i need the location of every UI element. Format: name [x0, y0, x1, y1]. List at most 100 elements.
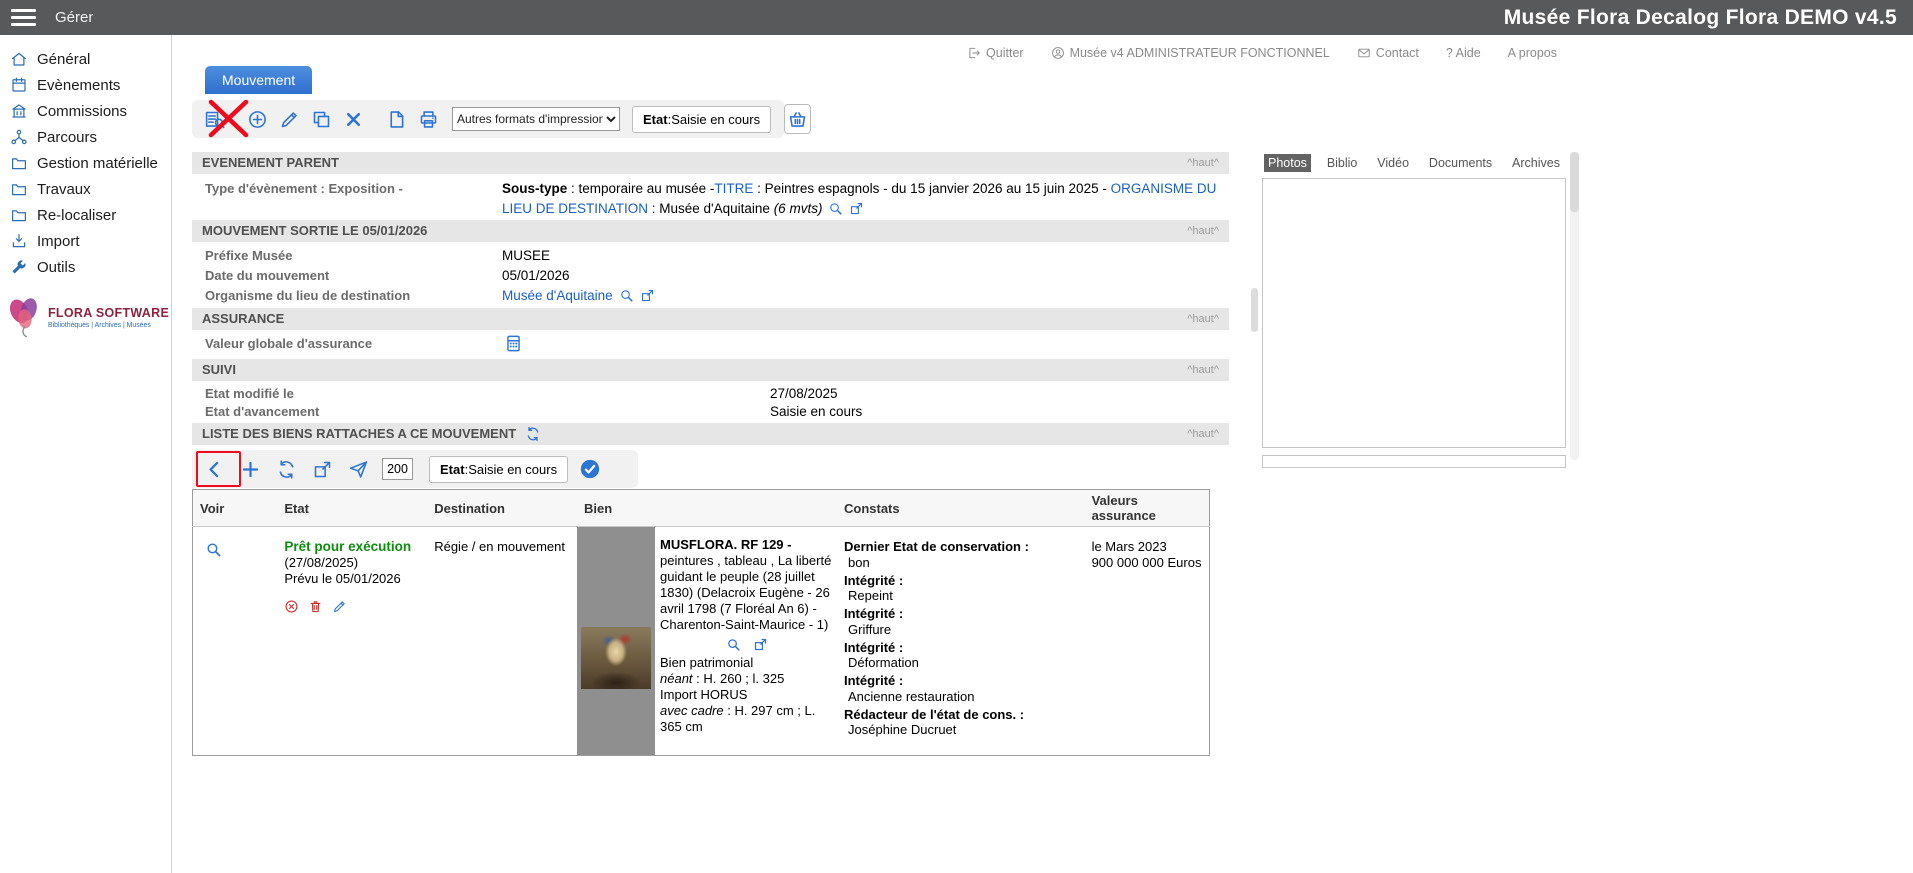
send-button[interactable]	[346, 457, 371, 482]
flora-logo: FLORA SOFTWARE Bibliothèques | Archives …	[0, 296, 171, 338]
panel-collapse-handle[interactable]	[1251, 288, 1258, 332]
user-icon	[1051, 46, 1065, 60]
liste-toolbar: Etat : Saisie en cours	[192, 450, 638, 488]
tab-biblio[interactable]: Biblio	[1323, 154, 1362, 172]
logout-icon	[967, 46, 981, 60]
sidebar-item-commissions[interactable]: Commissions	[0, 98, 171, 124]
cancel-circle-icon[interactable]	[284, 599, 299, 614]
section-header-suivi: SUIVI ^haut^	[192, 359, 1229, 381]
close-icon	[343, 109, 364, 130]
print-button[interactable]	[416, 107, 441, 132]
field-value-etat-avancement: Saisie en cours	[770, 403, 862, 421]
field-label-type-evenement: Type d'évènement : Exposition -	[192, 179, 502, 219]
printer-icon	[418, 109, 439, 130]
search-icon[interactable]	[619, 288, 634, 303]
sidebar-item-import[interactable]: Import	[0, 228, 171, 254]
network-icon	[10, 128, 28, 146]
sidebar-item-relocaliser[interactable]: Re-localiser	[0, 202, 171, 228]
plus-icon	[240, 459, 261, 480]
trash-icon[interactable]	[308, 599, 323, 614]
add-button[interactable]	[245, 107, 270, 132]
media-panel: Photos Biblio Vidéo Documents Archives	[1262, 150, 1566, 468]
recycle-button[interactable]	[274, 457, 299, 482]
open-list-button[interactable]	[310, 457, 335, 482]
user-menu[interactable]: Musée v4 ADMINISTRATEUR FONCTIONNEL	[1051, 46, 1330, 60]
copy-button[interactable]	[309, 107, 334, 132]
search-list-button[interactable]	[202, 107, 227, 132]
sidebar-item-label: Outils	[37, 259, 75, 276]
section-title: ASSURANCE	[202, 308, 284, 330]
tab-archives[interactable]: Archives	[1508, 154, 1564, 172]
open-record-icon[interactable]	[849, 201, 864, 216]
tab-video[interactable]: Vidéo	[1373, 154, 1413, 172]
column-header-etat: Etat	[277, 490, 427, 527]
open-record-icon[interactable]	[640, 288, 655, 303]
aide-link[interactable]: ? Aide	[1446, 46, 1481, 60]
back-button[interactable]	[202, 457, 227, 482]
sidebar-item-gestion-materielle[interactable]: Gestion matérielle	[0, 150, 171, 176]
field-label-date-mouvement: Date du mouvement	[192, 266, 502, 286]
sidebar-item-parcours[interactable]: Parcours	[0, 124, 171, 150]
field-value-prefixe: MUSEE	[502, 246, 550, 266]
haut-link[interactable]: ^haut^	[1187, 423, 1229, 445]
haut-link[interactable]: ^haut^	[1187, 308, 1229, 330]
delete-button[interactable]	[341, 107, 366, 132]
tab-mouvement[interactable]: Mouvement	[205, 66, 312, 94]
top-bar: Gérer Musée Flora Decalog Flora DEMO v4.…	[0, 0, 1913, 35]
haut-link[interactable]: ^haut^	[1187, 152, 1229, 174]
bien-import: Import HORUS	[660, 687, 834, 703]
section-title: EVENEMENT PARENT	[202, 152, 339, 174]
tab-documents[interactable]: Documents	[1425, 154, 1496, 172]
destination-cell: Régie / en mouvement	[427, 527, 577, 756]
refresh-icon[interactable]	[525, 426, 541, 442]
musee-aquitaine-link[interactable]: Musée d'Aquitaine	[502, 288, 613, 303]
document-button[interactable]	[384, 107, 409, 132]
sidebar-item-outils[interactable]: Outils	[0, 254, 171, 280]
hamburger-menu-icon[interactable]	[11, 9, 36, 30]
print-format-select[interactable]: Autres formats d'impression...	[452, 107, 620, 131]
gerer-menu[interactable]: Gérer	[55, 0, 93, 35]
sidebar-item-travaux[interactable]: Travaux	[0, 176, 171, 202]
column-header-destination: Destination	[427, 490, 577, 527]
column-header-voir: Voir	[193, 490, 278, 527]
pencil-icon[interactable]	[332, 599, 347, 614]
field-label-organisme: Organisme du lieu de destination	[192, 286, 502, 306]
open-record-icon[interactable]	[753, 637, 768, 652]
titre-link[interactable]: TITRE	[714, 181, 753, 196]
add-bien-button[interactable]	[238, 457, 263, 482]
sidebar-item-general[interactable]: Général	[0, 46, 171, 72]
search-icon[interactable]	[726, 637, 741, 652]
section-assurance: Valeur globale d'assurance	[192, 334, 1229, 359]
apropos-link[interactable]: A propos	[1508, 46, 1557, 60]
haut-link[interactable]: ^haut^	[1187, 220, 1229, 242]
home-icon	[10, 50, 28, 68]
list-search-icon	[204, 109, 225, 130]
count-input[interactable]	[382, 458, 413, 480]
panel-scrollbar[interactable]	[1570, 152, 1579, 460]
bien-cadre: avec cadre : H. 297 cm ; L. 365 cm	[660, 703, 834, 735]
tab-photos[interactable]: Photos	[1264, 154, 1311, 172]
main-toolbar: Autres formats d'impression... Etat : Sa…	[192, 100, 784, 138]
sidebar-item-label: Parcours	[37, 129, 97, 146]
quitter-button[interactable]: Quitter	[967, 46, 1024, 60]
bien-thumbnail[interactable]	[577, 527, 655, 755]
contact-link[interactable]: Contact	[1357, 46, 1419, 60]
section-suivi: Etat modifié le 27/08/2025 Etat d'avance…	[192, 385, 1229, 421]
search-icon[interactable]	[828, 201, 843, 216]
calculator-icon[interactable]	[504, 334, 523, 353]
haut-link[interactable]: ^haut^	[1187, 359, 1229, 381]
bien-description: MUSFLORA. RF 129 - peintures , tableau ,…	[660, 527, 836, 755]
calendar-icon	[10, 76, 28, 94]
painting-image[interactable]	[581, 627, 651, 689]
validate-check-icon[interactable]	[579, 458, 601, 480]
biens-table: Voir Etat Destination Bien Constats Vale…	[192, 489, 1210, 756]
view-icon[interactable]	[205, 541, 222, 558]
scrollbar-thumb[interactable]	[1570, 152, 1579, 212]
edit-button[interactable]	[277, 107, 302, 132]
basket-button[interactable]	[784, 104, 811, 134]
sidebar-item-evenements[interactable]: Evènements	[0, 72, 171, 98]
valeurs-cell: le Mars 2023 900 000 000 Euros	[1085, 527, 1210, 756]
table-header-row: Voir Etat Destination Bien Constats Vale…	[193, 490, 1210, 527]
section-header-assurance: ASSURANCE ^haut^	[192, 308, 1229, 330]
field-label-etat-modifie: Etat modifié le	[192, 385, 770, 403]
